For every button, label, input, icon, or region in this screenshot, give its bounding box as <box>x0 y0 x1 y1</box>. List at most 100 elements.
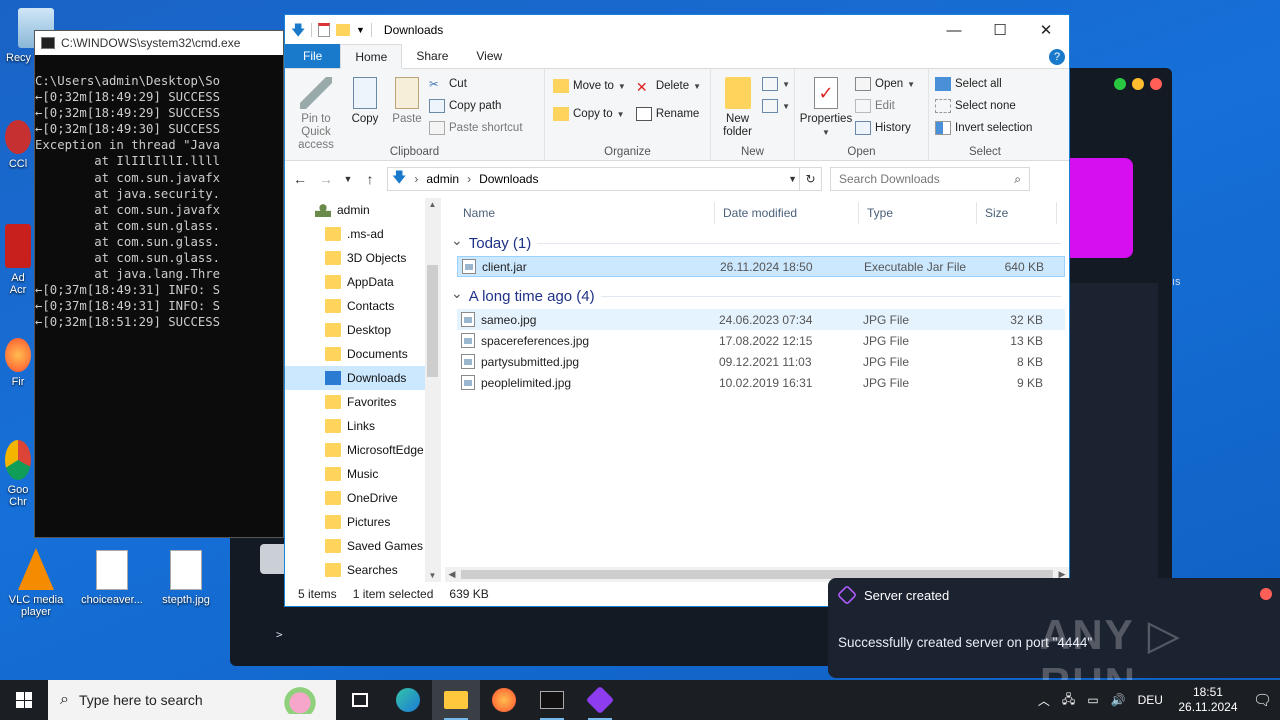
down-arrow-icon[interactable]: 🡇 <box>291 23 305 37</box>
cmd-output[interactable]: C:\Users\admin\Desktop\So ←[0;32m[18:49:… <box>35 55 283 331</box>
nav-item[interactable]: MicrosoftEdge <box>285 438 440 462</box>
close-dot[interactable] <box>1150 78 1162 90</box>
edit-button[interactable]: Edit <box>855 97 915 115</box>
desktop-icon-ccleaner[interactable]: CCl <box>0 120 36 170</box>
column-type[interactable]: Type <box>859 201 977 224</box>
scroll-left-icon[interactable]: ◀ <box>445 567 459 582</box>
history-button[interactable]: History <box>855 119 915 137</box>
rename-button[interactable]: Rename <box>635 105 701 123</box>
delete-button[interactable]: ✕ Delete ▼ <box>636 77 701 95</box>
column-size[interactable]: Size <box>977 201 1057 224</box>
nav-item[interactable]: Documents <box>285 342 440 366</box>
taskbar-search[interactable]: ⌕ Type here to search <box>48 680 336 720</box>
console-prompt[interactable]: > <box>276 628 283 641</box>
desktop-icon-stepth[interactable]: stepth.jpg <box>150 550 222 606</box>
scroll-thumb[interactable] <box>427 265 438 377</box>
nav-item[interactable]: Downloads <box>285 366 440 390</box>
breadcrumb-admin[interactable]: admin <box>426 172 459 186</box>
cmd-window[interactable]: C:\WINDOWS\system32\cmd.exe C:\Users\adm… <box>34 30 284 538</box>
column-name[interactable]: Name <box>455 201 715 224</box>
maximize-button[interactable]: ☐ <box>977 15 1023 45</box>
nav-item[interactable]: AppData <box>285 270 440 294</box>
address-dropdown-icon[interactable]: ▼ <box>788 174 797 184</box>
file-group-header[interactable]: ⌄ Today (1) <box>441 230 1069 256</box>
close-button[interactable]: ✕ <box>1023 15 1069 45</box>
taskbar-file-explorer[interactable] <box>432 680 480 720</box>
maximize-dot[interactable] <box>1114 78 1126 90</box>
file-row[interactable]: partysubmitted.jpg 09.12.2021 11:03 JPG Fi… <box>457 351 1065 372</box>
network-icon[interactable]: 🖧 <box>1062 690 1075 711</box>
properties-icon[interactable] <box>318 23 330 37</box>
volume-icon[interactable]: 🔊 <box>1111 693 1126 707</box>
nav-item[interactable]: OneDrive <box>285 486 440 510</box>
nav-item[interactable]: .ms-ad <box>285 222 440 246</box>
nav-item[interactable]: Desktop <box>285 318 440 342</box>
navigation-pane[interactable]: admin .ms-ad 3D Objects AppData Contacts Desk… <box>285 198 441 582</box>
desktop-icon-chrome[interactable]: Goo Chr <box>0 440 36 508</box>
file-row[interactable]: sameo.jpg 24.06.2023 07:34 JPG File 32 KB <box>457 309 1065 330</box>
refresh-icon[interactable]: ↻ <box>799 168 821 190</box>
close-icon[interactable] <box>1260 588 1272 600</box>
paste-shortcut-button[interactable]: Paste shortcut <box>429 119 523 137</box>
taskbar-edge[interactable] <box>384 680 432 720</box>
recent-locations-icon[interactable]: ▼ <box>343 174 353 184</box>
file-row[interactable]: client.jar 26.11.2024 18:50 Executable Jar… <box>457 256 1065 277</box>
nav-item[interactable]: Contacts <box>285 294 440 318</box>
invert-selection-button[interactable]: Invert selection <box>935 119 1032 137</box>
clock[interactable]: 18:51 26.11.2024 <box>1175 685 1241 715</box>
search-input[interactable]: Search Downloads ⌕ <box>830 167 1030 191</box>
tab-view[interactable]: View <box>462 44 516 68</box>
copy-path-button[interactable]: Copy path <box>429 97 523 115</box>
file-group-header[interactable]: ⌄ A long time ago (4) <box>441 283 1069 309</box>
nav-item[interactable]: Pictures <box>285 510 440 534</box>
new-item-button[interactable]: ▼ <box>762 75 790 93</box>
desktop-icon-choiceaver[interactable]: choiceaver... <box>76 550 148 606</box>
taskbar-firefox[interactable] <box>480 680 528 720</box>
language-indicator[interactable]: DEU <box>1138 693 1163 707</box>
file-list[interactable]: Name Date modified Type Size ⌄ Today (1) c… <box>441 198 1069 582</box>
cmd-titlebar[interactable]: C:\WINDOWS\system32\cmd.exe <box>35 31 283 55</box>
desktop-icon-firefox[interactable]: Fir <box>0 338 36 388</box>
start-button[interactable] <box>0 680 48 720</box>
easy-access-button[interactable]: ▼ <box>762 97 790 115</box>
chevron-up-icon[interactable]: ︿ <box>1038 692 1050 709</box>
nav-item[interactable]: admin <box>285 198 440 222</box>
cut-button[interactable]: ✂ Cut <box>429 75 523 93</box>
task-view-button[interactable] <box>336 680 384 720</box>
scroll-up-icon[interactable]: ▲ <box>425 200 440 209</box>
open-button[interactable]: Open ▼ <box>855 75 915 93</box>
select-none-button[interactable]: Select none <box>935 97 1032 115</box>
monitor-icon[interactable]: ▭ <box>1087 693 1098 707</box>
select-all-button[interactable]: Select all <box>935 75 1032 93</box>
nav-item[interactable]: Links <box>285 414 440 438</box>
nav-item[interactable]: Saved Games <box>285 534 440 558</box>
desktop-icon-acrobat[interactable]: Ad Acr <box>0 224 36 296</box>
chevron-down-icon[interactable]: ⌄ <box>451 232 463 249</box>
taskbar-app[interactable] <box>576 680 624 720</box>
explorer-titlebar[interactable]: 🡇 ▼ Downloads — ☐ ✕ <box>285 15 1069 45</box>
help-icon[interactable]: ? <box>1049 49 1065 65</box>
up-arrow-icon[interactable]: ↑ <box>361 171 379 187</box>
customize-dropdown-icon[interactable]: ▼ <box>356 25 365 35</box>
nav-item[interactable]: Music <box>285 462 440 486</box>
notification-icon[interactable]: 🗨 <box>1253 691 1272 709</box>
folder-icon[interactable] <box>336 24 350 36</box>
tab-file[interactable]: File <box>285 44 341 68</box>
minimize-dot[interactable] <box>1132 78 1144 90</box>
breadcrumb-downloads[interactable]: Downloads <box>479 172 538 186</box>
address-bar[interactable]: 🡇 › admin › Downloads ▼ ↻ <box>387 167 822 191</box>
nav-item[interactable]: Searches <box>285 558 440 582</box>
nav-scrollbar[interactable]: ▲ ▼ <box>425 198 440 582</box>
desktop-icon-vlc[interactable]: VLC media player <box>0 548 72 618</box>
nav-item[interactable]: Favorites <box>285 390 440 414</box>
copy-to-button[interactable]: Copy to ▼ <box>553 105 626 123</box>
cpu-card[interactable] <box>1068 158 1133 258</box>
tab-share[interactable]: Share <box>402 44 462 68</box>
column-date[interactable]: Date modified <box>715 201 859 224</box>
tab-home[interactable]: Home <box>340 44 403 69</box>
taskbar-cmd[interactable] <box>528 680 576 720</box>
scroll-down-icon[interactable]: ▼ <box>425 571 440 580</box>
chevron-down-icon[interactable]: ⌄ <box>451 285 463 302</box>
nav-item[interactable]: 3D Objects <box>285 246 440 270</box>
move-to-button[interactable]: Move to ▼ <box>553 77 626 95</box>
